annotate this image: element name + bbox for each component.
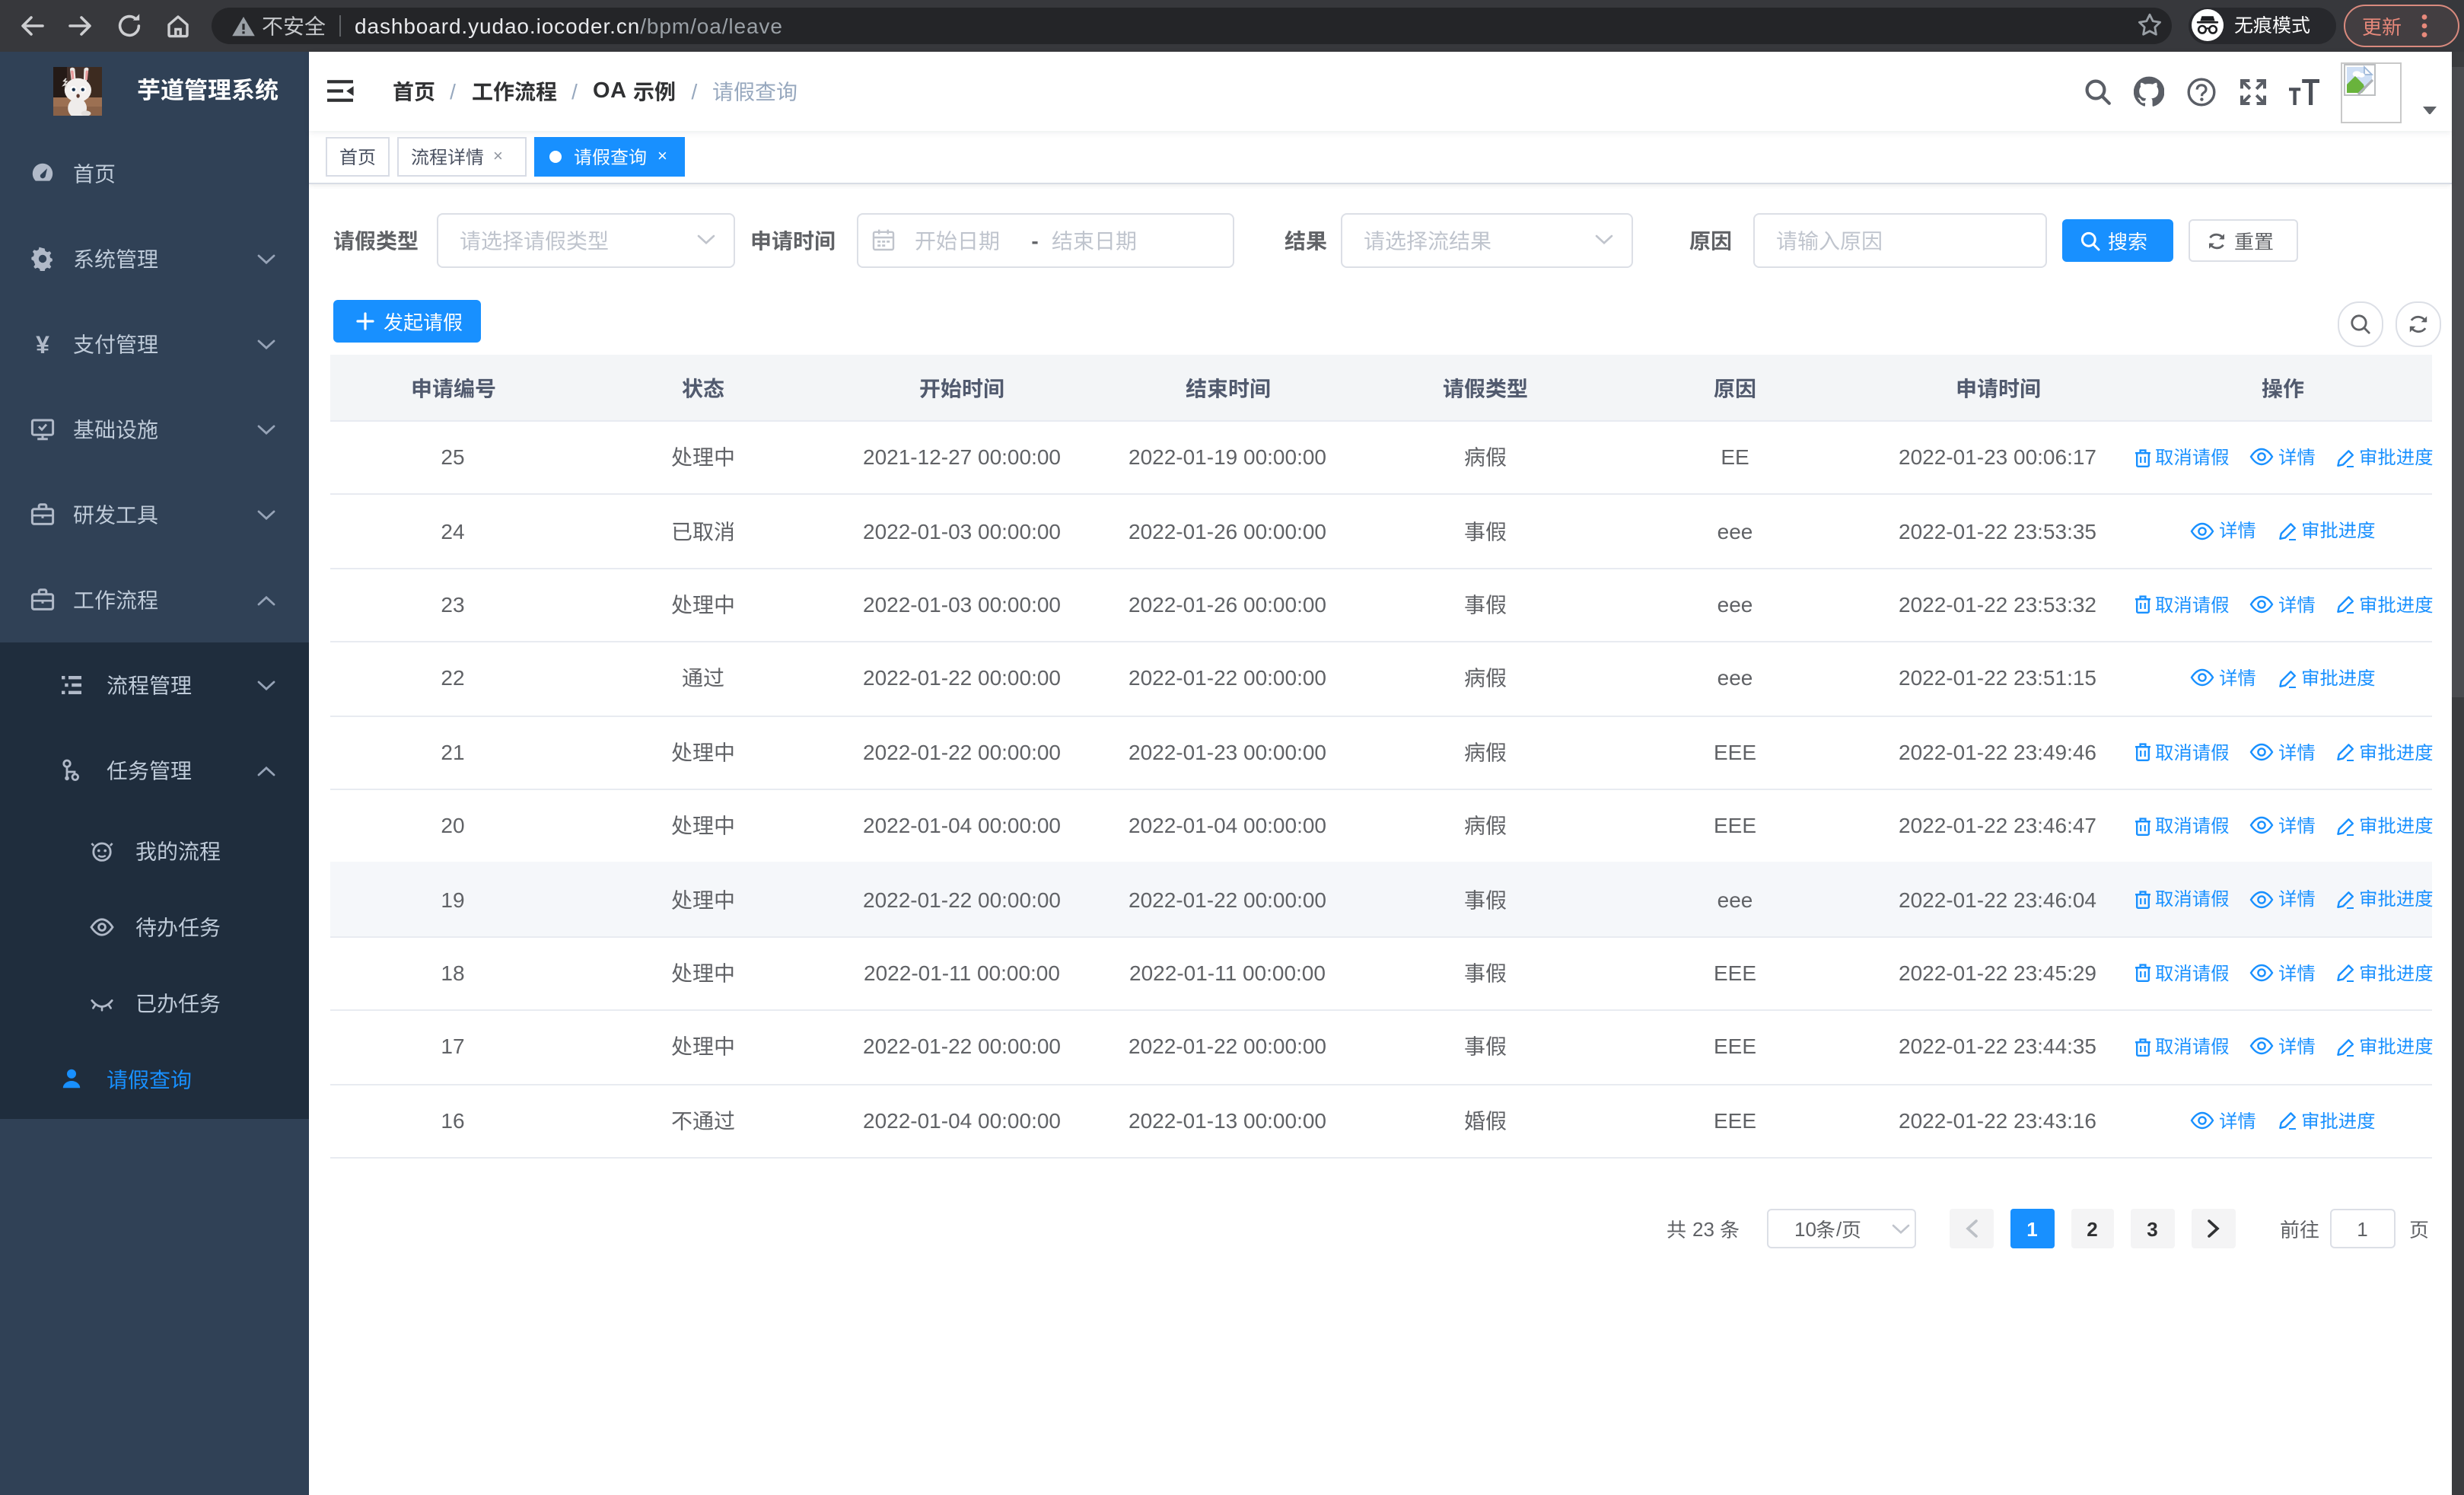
svg-text:¥: ¥: [36, 332, 49, 356]
